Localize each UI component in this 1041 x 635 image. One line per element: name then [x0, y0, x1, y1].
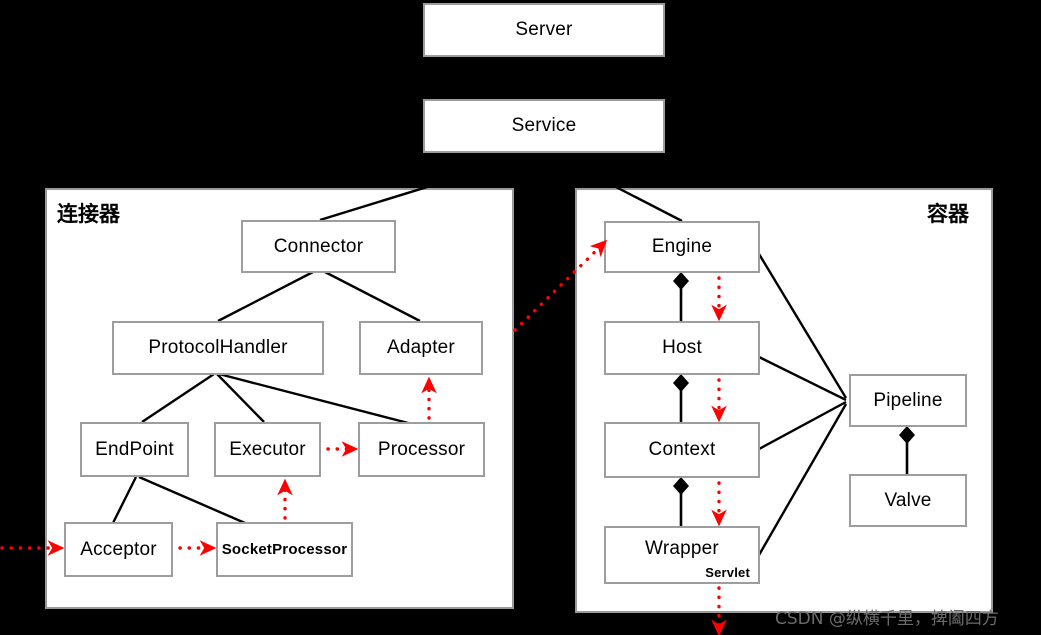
node-executor-label: Executor	[229, 438, 306, 460]
node-wrapper[interactable]: Wrapper Servlet	[604, 526, 760, 584]
node-valve[interactable]: Valve	[849, 474, 967, 527]
node-executor[interactable]: Executor	[214, 422, 321, 477]
node-endpoint[interactable]: EndPoint	[80, 422, 189, 477]
node-host-label: Host	[662, 337, 702, 358]
node-connector-label: Connector	[273, 235, 364, 257]
node-context-label: Context	[648, 439, 716, 460]
node-adapter-label: Adapter	[387, 337, 455, 358]
watermark: CSDN @纵横千里，捭阖四方	[775, 609, 999, 629]
node-service-label: Service	[511, 115, 577, 136]
connector-panel-label: 连接器	[57, 202, 120, 226]
node-pipeline[interactable]: Pipeline	[849, 374, 967, 427]
node-protocolhandler-label: ProtocolHandler	[148, 337, 288, 358]
node-processor[interactable]: Processor	[358, 422, 485, 477]
node-connector[interactable]: Connector	[241, 220, 396, 273]
node-valve-label: Valve	[884, 489, 932, 511]
node-endpoint-label: EndPoint	[95, 438, 174, 460]
node-processor-label: Processor	[377, 438, 466, 460]
node-server-label: Server	[515, 19, 573, 40]
node-wrapper-label: Wrapper	[645, 538, 719, 559]
node-adapter[interactable]: Adapter	[359, 321, 483, 375]
node-protocolhandler[interactable]: ProtocolHandler	[112, 321, 324, 375]
node-engine-label: Engine	[651, 236, 713, 257]
node-service[interactable]: Service	[423, 99, 665, 153]
node-engine[interactable]: Engine	[604, 221, 760, 273]
node-server[interactable]: Server	[423, 3, 665, 57]
node-wrapper-sublabel: Servlet	[705, 565, 750, 580]
node-acceptor[interactable]: Acceptor	[64, 522, 173, 577]
node-socketprocessor[interactable]: SocketProcessor	[216, 522, 353, 577]
diagram-canvas: Server Service 连接器 容器 Connector Protocol…	[0, 0, 1041, 635]
node-context[interactable]: Context	[604, 422, 760, 478]
node-pipeline-label: Pipeline	[873, 389, 943, 411]
node-socketprocessor-label: SocketProcessor	[221, 541, 348, 558]
node-acceptor-label: Acceptor	[80, 538, 157, 560]
node-host[interactable]: Host	[604, 321, 760, 375]
container-panel-label: 容器	[927, 202, 969, 226]
